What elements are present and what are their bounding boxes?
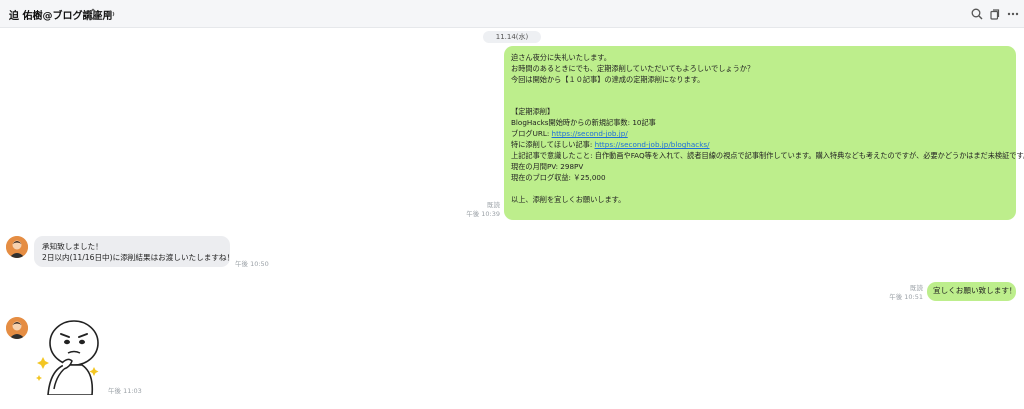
message-text: 宜しくお願い致します！ bbox=[933, 286, 1017, 295]
message-line: お時間のあるときにでも、定期添削していただいてもよろしいでしょうか？ bbox=[511, 63, 755, 73]
message-line bbox=[511, 97, 1016, 108]
message-time: 午後 10:50 bbox=[235, 260, 269, 268]
article-url-line: 特に添削してほしい記事: https://second-job.jp/blogh… bbox=[511, 140, 1016, 151]
speaker-icon[interactable] bbox=[103, 7, 117, 21]
avatar[interactable] bbox=[6, 236, 28, 258]
message-line: 承知致しました！ bbox=[42, 242, 103, 251]
message-line: 上記記事で意識したこと: 自作動画やFAQ等を入れて、読者目線の視点で記事制作し… bbox=[511, 151, 1024, 161]
avatar[interactable] bbox=[6, 317, 28, 339]
message-line: 以上、添削を宜しくお願いします。 bbox=[511, 194, 626, 204]
message-line: 迫さん夜分に失礼いたします。 bbox=[511, 53, 611, 62]
message-time: 午後 11:03 bbox=[108, 387, 142, 395]
home-icon[interactable] bbox=[86, 7, 100, 21]
message-time: 午後 10:51 bbox=[889, 293, 923, 301]
message-bubble-incoming[interactable]: 承知致しました！ 2日以内(11/16日中)に添削結果はお渡しいたしますね！ bbox=[34, 236, 235, 267]
message-line: 現在の月間PV: 298PV bbox=[511, 161, 584, 171]
article-label: 特に添削してほしい記事: bbox=[511, 140, 595, 150]
blog-url-link[interactable]: https://second-job.jp/ bbox=[552, 129, 628, 138]
message-line: 【定期添削】 bbox=[511, 107, 555, 117]
message-line bbox=[511, 86, 1016, 97]
article-url-link[interactable]: https://second-job.jp/bloghacks/ bbox=[595, 140, 710, 149]
message-line: 現在のブログ収益: ￥25,000 bbox=[511, 172, 606, 182]
message-bubble-outgoing[interactable]: 宜しくお願い致します！ bbox=[927, 282, 1017, 301]
date-separator: 11.14(水) bbox=[483, 31, 541, 43]
message-bubble-outgoing[interactable]: 迫さん夜分に失礼いたします。 お時間のあるときにでも、定期添削していただいてもよ… bbox=[504, 46, 1024, 220]
blog-url-line: ブログURL: https://second-job.jp/ bbox=[511, 129, 1016, 140]
message-line: BlogHacks開始時からの新規記事数: 10記事 bbox=[511, 118, 656, 128]
message-line: 今回は開始から【１０記事】の達成の定期添削になります。 bbox=[511, 74, 705, 84]
message-line: 2日以内(11/16日中)に添削結果はお渡しいたしますね！ bbox=[42, 253, 235, 262]
chat-header: 迫 佑樹@ブログ講座用 bbox=[0, 0, 1024, 28]
message-line bbox=[511, 184, 1016, 195]
read-status: 既読 bbox=[910, 284, 923, 292]
thinking-man-sticker[interactable] bbox=[34, 317, 102, 396]
more-icon[interactable] bbox=[1006, 7, 1020, 21]
copy-icon[interactable] bbox=[988, 7, 1002, 21]
read-status: 既読 bbox=[487, 201, 500, 209]
blog-url-label: ブログURL: bbox=[511, 129, 552, 139]
search-icon[interactable] bbox=[970, 7, 984, 21]
message-time: 午後 10:39 bbox=[466, 210, 500, 218]
